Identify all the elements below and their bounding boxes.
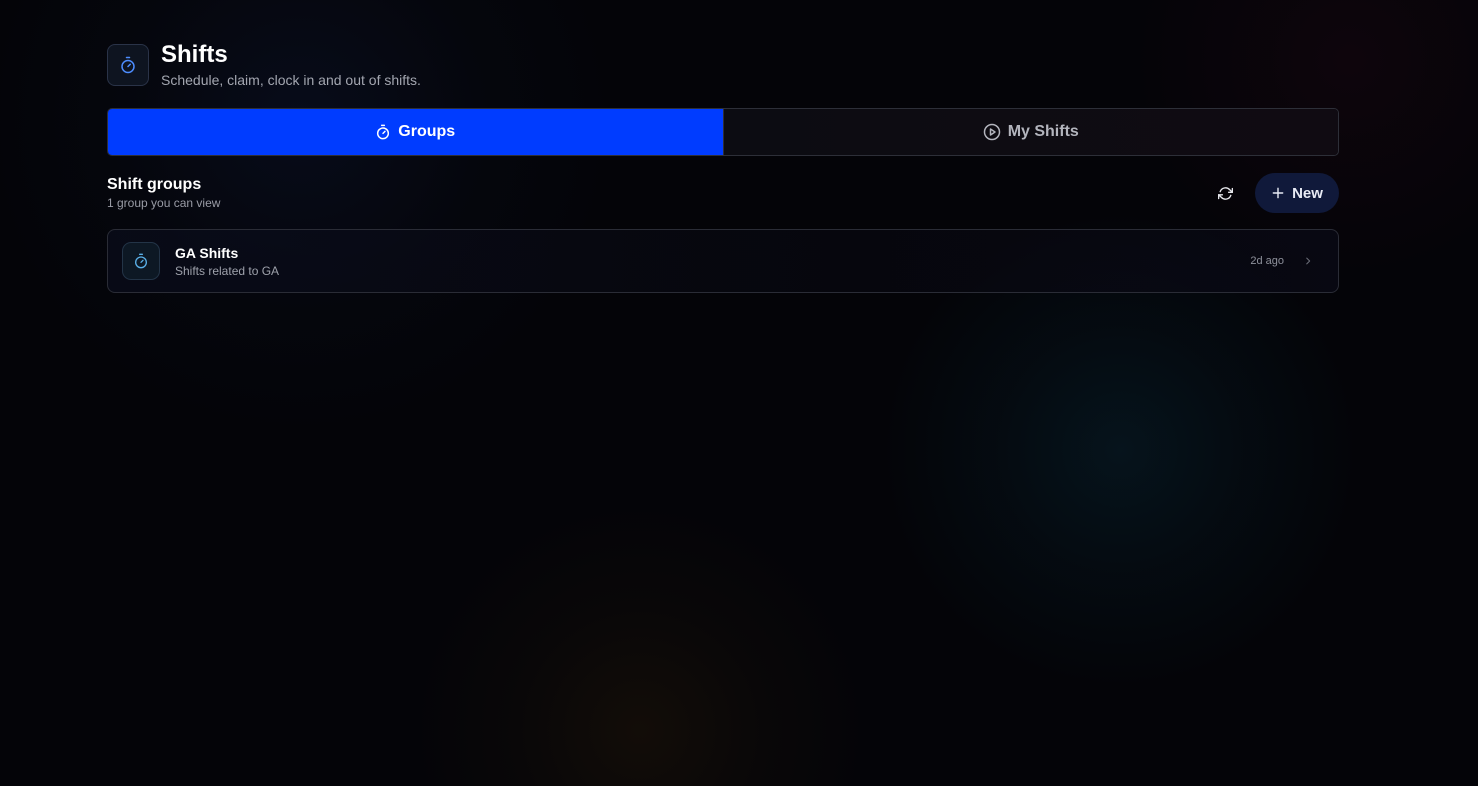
plus-icon <box>1272 187 1284 199</box>
tab-my-shifts[interactable]: My Shifts <box>722 109 1338 155</box>
page-subtitle: Schedule, claim, clock in and out of shi… <box>161 72 421 88</box>
play-circle-icon <box>983 123 1000 141</box>
tab-bar: Groups My Shifts <box>107 108 1339 156</box>
refresh-icon <box>1217 186 1233 200</box>
new-button-label: New <box>1292 184 1323 202</box>
section-header: Shift groups 1 group you can view New <box>107 173 1339 213</box>
list-item[interactable]: GA Shifts Shifts related to GA 2d ago <box>107 229 1339 293</box>
section-subtitle: 1 group you can view <box>107 196 221 210</box>
tab-groups[interactable]: Groups <box>108 109 723 155</box>
stopwatch-icon <box>377 124 390 140</box>
header-text: Shifts Schedule, claim, clock in and out… <box>161 41 421 89</box>
section-title: Shift groups <box>107 176 202 193</box>
tab-groups-label: Groups <box>398 123 456 140</box>
section-actions: New <box>1211 173 1339 213</box>
section-heading: Shift groups 1 group you can view <box>107 176 220 210</box>
group-updated-time: 2d ago <box>1250 255 1284 267</box>
group-text: GA Shifts Shifts related to GA <box>175 245 1250 278</box>
refresh-button[interactable] <box>1211 179 1239 207</box>
chevron-right-icon <box>1302 255 1314 267</box>
group-list: GA Shifts Shifts related to GA 2d ago <box>107 229 1339 293</box>
stopwatch-icon <box>122 242 160 280</box>
page-title: Shifts <box>161 41 228 68</box>
stopwatch-icon <box>107 44 149 86</box>
shifts-page: Shifts Schedule, claim, clock in and out… <box>107 41 1339 293</box>
tab-my-shifts-label: My Shifts <box>1007 123 1079 140</box>
group-description: Shifts related to GA <box>175 263 280 278</box>
page-header: Shifts Schedule, claim, clock in and out… <box>107 41 1339 98</box>
group-title: GA Shifts <box>175 244 239 261</box>
new-group-button[interactable]: New <box>1255 173 1339 213</box>
